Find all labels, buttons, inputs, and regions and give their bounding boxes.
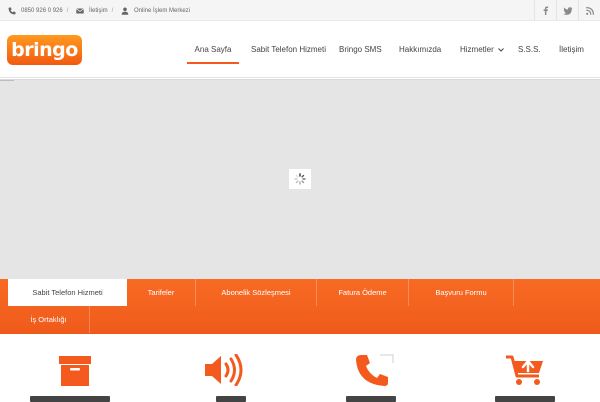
tab-label: Abonelik Sözleşmesi: [221, 288, 291, 297]
tab-abonelik-sozlesmesi[interactable]: Abonelik Sözleşmesi: [196, 279, 316, 306]
nav-item-sss[interactable]: S.S.S.: [518, 21, 541, 78]
spinner-icon: [289, 169, 311, 189]
twitter-link[interactable]: [556, 0, 578, 21]
feature-label: [495, 396, 555, 402]
top-online-center-link[interactable]: Online İşlem Merkezi: [121, 0, 190, 21]
top-contact-link[interactable]: İletişim /: [76, 0, 113, 21]
social-links: [534, 0, 600, 21]
top-phone-text: 0850 926 0 926: [21, 7, 63, 14]
envelope-icon: [76, 7, 84, 15]
box-icon[interactable]: [59, 354, 91, 391]
site-header: bringo Ana Sayfa Sabit Telefon Hizmeti B…: [0, 21, 600, 78]
chevron-down-icon: [497, 45, 504, 54]
nav-label: Ana Sayfa: [194, 45, 232, 54]
tab-label: İş Ortaklığı: [30, 315, 67, 324]
nav-item-sabit-telefon[interactable]: Sabit Telefon Hizmeti: [251, 21, 326, 78]
user-icon: [121, 7, 129, 15]
top-phone[interactable]: 0850 926 0 926 /: [8, 0, 68, 21]
tab-tarifeler[interactable]: Tarifeler: [127, 279, 195, 306]
tab-label: Başvuru Formu: [435, 288, 487, 297]
top-contact-text: İletişim: [89, 7, 108, 14]
phone-icon: [8, 7, 16, 15]
hero-slider[interactable]: [0, 79, 600, 279]
nav-label: İletişim: [559, 45, 584, 54]
tab-is-ortakligi[interactable]: İş Ortaklığı: [8, 306, 89, 333]
facebook-link[interactable]: [534, 0, 556, 21]
top-online-center-text: Online İşlem Merkezi: [134, 7, 191, 14]
tab-divider: [513, 279, 514, 306]
feature-label: [30, 396, 110, 402]
nav-label: Bringo SMS: [339, 45, 382, 54]
nav-item-ana-sayfa[interactable]: Ana Sayfa: [187, 21, 239, 78]
tab-label: Sabit Telefon Hizmeti: [32, 288, 103, 297]
nav-item-iletisim[interactable]: İletişim: [559, 21, 584, 78]
nav-item-bringo-sms[interactable]: Bringo SMS: [339, 21, 382, 78]
facebook-icon: [543, 6, 548, 15]
tab-divider: [89, 306, 90, 333]
feature-label: [346, 396, 396, 402]
nav-label: Hakkımızda: [399, 45, 442, 54]
tab-fatura-odeme[interactable]: Fatura Ödeme: [317, 279, 408, 306]
nav-item-hakkimizda[interactable]: Hakkımızda: [399, 21, 441, 78]
nav-item-hizmetler[interactable]: Hizmetler: [460, 21, 504, 78]
phone-icon[interactable]: [356, 354, 394, 391]
rss-icon: [585, 6, 594, 15]
slider-progress: [0, 80, 14, 81]
feature-label: [216, 396, 246, 402]
nav-label: Hizmetler: [460, 45, 494, 54]
rss-link[interactable]: [578, 0, 600, 21]
twitter-icon: [562, 6, 573, 15]
main-nav: Ana Sayfa Sabit Telefon Hizmeti Bringo S…: [0, 21, 600, 78]
top-bar: 0850 926 0 926 / İletişim / Online İşlem…: [0, 0, 600, 21]
cart-upload-icon[interactable]: [506, 354, 546, 391]
top-separator: /: [111, 7, 114, 14]
nav-label: Sabit Telefon Hizmeti: [251, 45, 326, 54]
quick-links-bar: Sabit Telefon Hizmeti Tarifeler Abonelik…: [0, 279, 600, 334]
features-row: [0, 334, 600, 402]
tab-sabit-telefon-hizmeti[interactable]: Sabit Telefon Hizmeti: [8, 279, 127, 306]
tab-label: Tarifeler: [147, 288, 175, 297]
nav-label: S.S.S.: [518, 45, 541, 54]
speaker-icon[interactable]: [205, 353, 245, 391]
top-separator: /: [66, 7, 69, 14]
tab-basvuru-formu[interactable]: Başvuru Formu: [409, 279, 513, 306]
tab-label: Fatura Ödeme: [338, 288, 387, 297]
